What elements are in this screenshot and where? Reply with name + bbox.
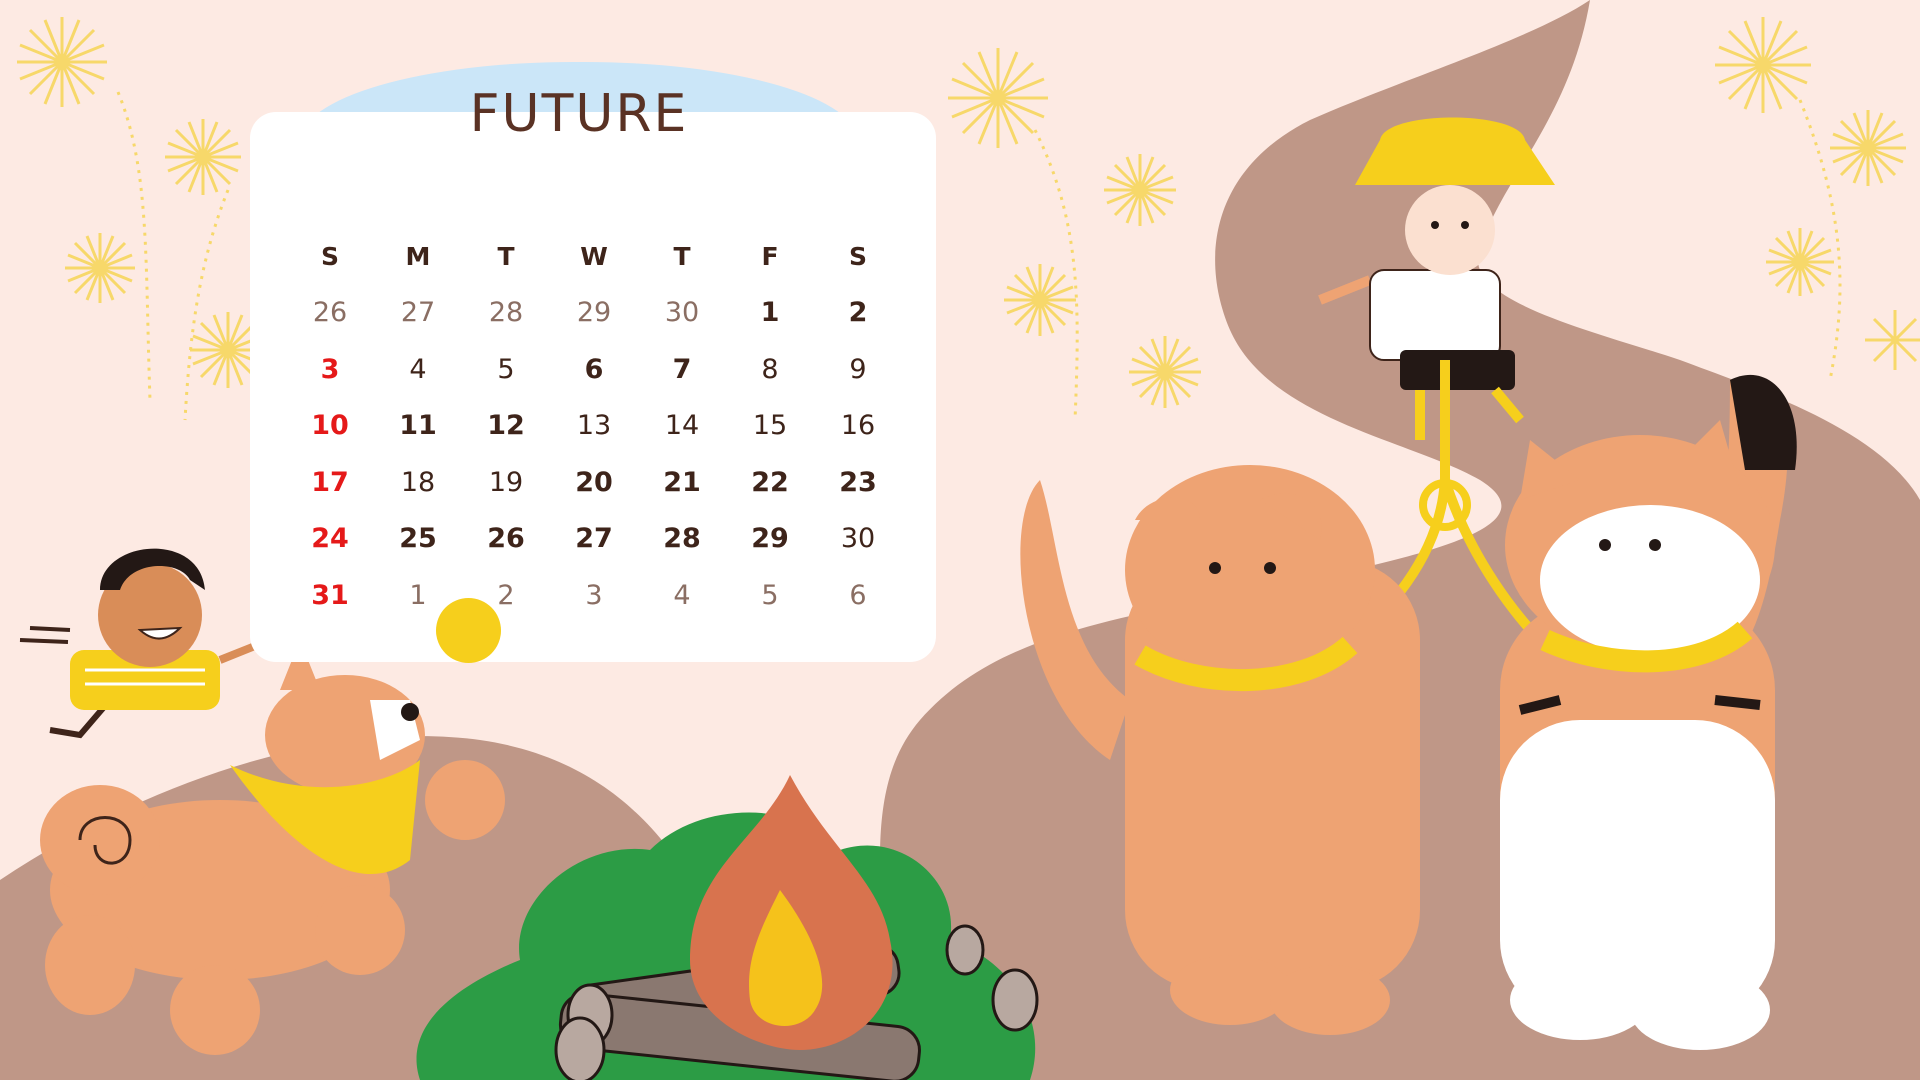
day-cell: 6 — [584, 353, 604, 385]
week-row: 3 4 5 6 7 8 9 — [286, 341, 902, 398]
day-cell: 11 — [399, 410, 437, 442]
day-cell: 12 — [487, 410, 525, 442]
day-cell: 24 — [311, 523, 349, 555]
weekday-header-row: SMTWTFS — [286, 228, 902, 285]
week-row: 31 1 2 3 4 5 6 — [286, 567, 902, 624]
day-cell: 8 — [761, 353, 779, 385]
day-cell: 27 — [575, 523, 613, 555]
day-cell: 26 — [312, 297, 348, 329]
weekday-label: T — [673, 241, 691, 271]
day-cell: 21 — [663, 466, 701, 498]
day-cell: 6 — [849, 579, 867, 611]
day-cell: 18 — [400, 466, 436, 498]
day-cell: 28 — [488, 297, 524, 329]
day-cell: 14 — [664, 410, 700, 442]
day-cell: 17 — [311, 466, 349, 498]
day-cell: 9 — [849, 353, 867, 385]
week-row: 17 18 19 20 21 22 23 — [286, 454, 902, 511]
day-cell: 4 — [409, 353, 427, 385]
day-cell: 23 — [839, 466, 877, 498]
day-cell: 19 — [488, 466, 524, 498]
day-cell: 30 — [840, 523, 876, 555]
week-row: 10 11 12 13 14 15 16 — [286, 398, 902, 455]
day-cell: 22 — [751, 466, 789, 498]
week-row: 26 27 28 29 30 1 2 — [286, 285, 902, 342]
day-cell: 3 — [320, 353, 340, 385]
yellow-ball — [436, 598, 501, 663]
calendar-title: FUTURE — [469, 84, 689, 144]
day-cell: 3 — [585, 579, 603, 611]
weekday-label: T — [497, 241, 515, 271]
calico-cat — [1500, 374, 1797, 1050]
day-cell: 28 — [663, 523, 701, 555]
weekday-label: S — [848, 241, 867, 271]
day-cell: 15 — [752, 410, 788, 442]
day-cell: 2 — [848, 297, 868, 329]
weekday-label: M — [405, 241, 431, 271]
day-cell: 7 — [672, 353, 692, 385]
day-cell: 29 — [751, 523, 789, 555]
day-cell: 30 — [664, 297, 700, 329]
day-cell: 20 — [575, 466, 613, 498]
weekday-label: W — [580, 241, 608, 271]
day-cell: 10 — [311, 410, 349, 442]
day-cell: 26 — [487, 523, 525, 555]
day-cell: 29 — [576, 297, 612, 329]
week-row: 24 25 26 27 28 29 30 — [286, 511, 902, 568]
day-cell: 25 — [399, 523, 437, 555]
day-cell: 13 — [576, 410, 612, 442]
calendar-grid: SMTWTFS 26 27 28 29 30 1 2 3 4 5 6 7 8 9 10 11 12 13 14 15 1… — [286, 228, 902, 624]
weekday-label: S — [320, 241, 339, 271]
day-cell: 5 — [497, 353, 515, 385]
day-cell: 31 — [311, 579, 349, 611]
day-cell: 27 — [400, 297, 436, 329]
day-cell: 1 — [760, 297, 780, 329]
day-cell: 5 — [761, 579, 779, 611]
day-cell: 16 — [840, 410, 876, 442]
boy-running — [19, 548, 272, 739]
weekday-label: F — [761, 241, 779, 271]
day-cell: 4 — [673, 579, 691, 611]
